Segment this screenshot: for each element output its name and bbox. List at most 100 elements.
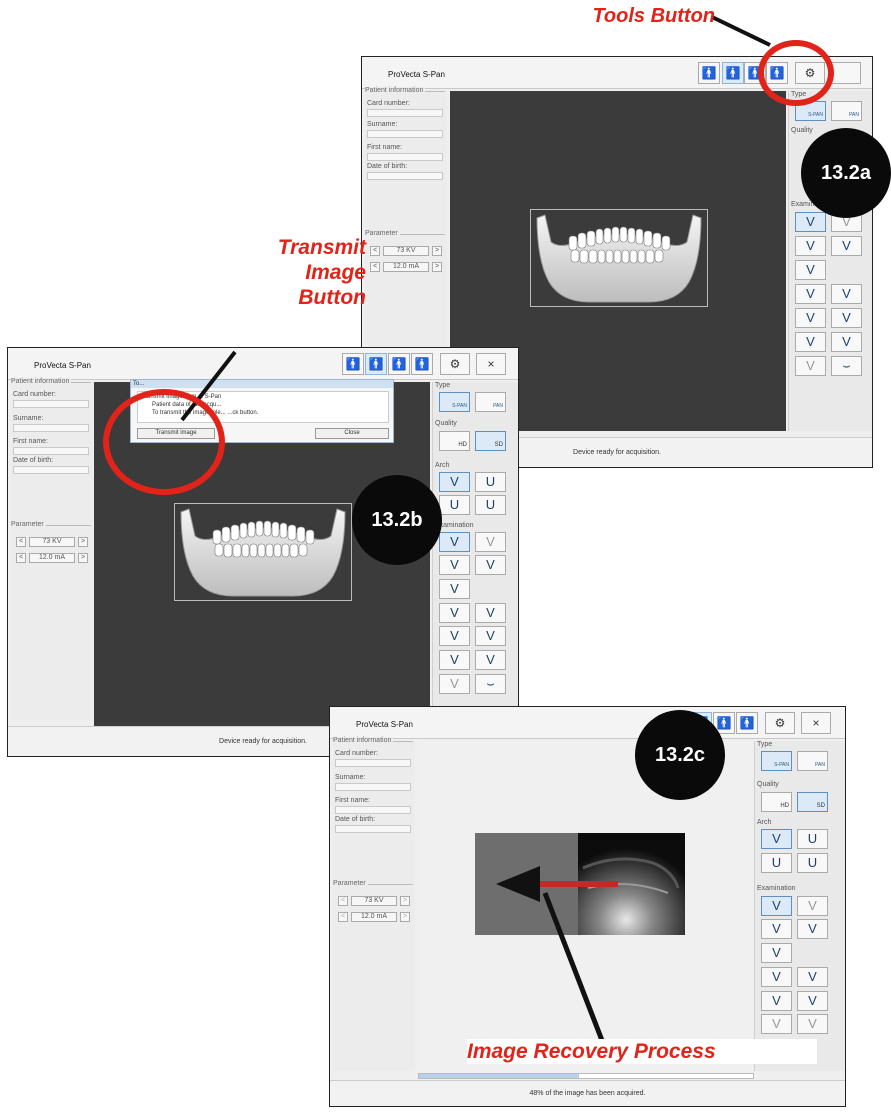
quality-hd-button[interactable]: HD bbox=[761, 792, 792, 812]
exam-option-5-button[interactable]: V bbox=[795, 260, 826, 280]
exam-standard-button[interactable]: V bbox=[439, 532, 470, 552]
exam-option-7-button[interactable]: V bbox=[797, 967, 828, 987]
type-pan-button[interactable]: PAN bbox=[831, 101, 862, 121]
close-button[interactable] bbox=[831, 62, 861, 84]
exam-option-2-button[interactable]: V bbox=[475, 532, 506, 552]
surname-field[interactable] bbox=[367, 130, 443, 138]
ma-decrease-button[interactable]: < bbox=[338, 912, 348, 922]
kv-increase-button[interactable]: > bbox=[400, 896, 410, 906]
exam-option-8-button[interactable]: V bbox=[439, 626, 470, 646]
image-recovery-annotation: Image Recovery Process bbox=[467, 1039, 817, 1065]
type-span-label: S-PAN bbox=[452, 403, 467, 409]
tools-button[interactable]: ⚙ bbox=[765, 712, 795, 734]
arch-small-button[interactable]: U bbox=[797, 853, 828, 873]
exam-option-11-button[interactable]: V bbox=[797, 1014, 828, 1034]
surname-field[interactable] bbox=[335, 783, 411, 791]
exam-option-4-button[interactable]: V bbox=[475, 555, 506, 575]
exam-option-3-button[interactable]: V bbox=[761, 919, 792, 939]
patient-adult-icon[interactable]: 🚹 bbox=[365, 353, 387, 375]
patient-small-child-icon[interactable]: 🚹 bbox=[736, 712, 758, 734]
arch-small-button[interactable]: U bbox=[475, 495, 506, 515]
patient-panel: Patient information Card number: Surname… bbox=[11, 378, 93, 720]
arch-lower-button[interactable]: U bbox=[439, 495, 470, 515]
exam-option-10-button[interactable]: V bbox=[761, 1014, 792, 1034]
arch-lower-button[interactable]: U bbox=[761, 853, 792, 873]
exam-option-11-button[interactable]: V bbox=[831, 332, 862, 352]
status-bar: 48% of the image has been acquired. bbox=[330, 1080, 845, 1106]
exam-option-6-button[interactable]: V bbox=[761, 967, 792, 987]
exam-option-7-button[interactable]: V bbox=[475, 603, 506, 623]
patient-small-child-icon[interactable]: 🚹 bbox=[411, 353, 433, 375]
card-number-field[interactable] bbox=[335, 759, 411, 767]
exam-option-12-button[interactable]: V bbox=[439, 674, 470, 694]
quality-hd-button[interactable]: HD bbox=[439, 431, 470, 451]
surname-field[interactable] bbox=[13, 424, 89, 432]
exam-option-12-button[interactable]: V bbox=[795, 356, 826, 376]
exam-option-6-button[interactable]: V bbox=[439, 603, 470, 623]
exam-option-7-button[interactable]: V bbox=[831, 284, 862, 304]
ma-decrease-button[interactable]: < bbox=[16, 553, 26, 563]
quality-sd-button[interactable]: SD bbox=[475, 431, 506, 451]
type-pan-label: PAN bbox=[493, 403, 503, 409]
dialog-close-button[interactable]: Close bbox=[315, 428, 389, 439]
ma-decrease-button[interactable]: < bbox=[370, 262, 380, 272]
exam-option-11-button[interactable]: V bbox=[475, 650, 506, 670]
card-number-field[interactable] bbox=[13, 400, 89, 408]
exam-option-10-button[interactable]: V bbox=[439, 650, 470, 670]
exam-option-4-button[interactable]: V bbox=[797, 919, 828, 939]
exam-option-8-button[interactable]: V bbox=[795, 308, 826, 328]
exam-option-13-button[interactable]: ⌣ bbox=[475, 674, 506, 694]
title-bar: ProVecta S-Pan 🚹 🚹 🚹 🚹 ⚙ × bbox=[8, 348, 518, 380]
patient-adult-icon[interactable]: 🚹 bbox=[722, 62, 744, 84]
first-name-field[interactable] bbox=[13, 447, 89, 455]
card-number-field[interactable] bbox=[367, 109, 443, 117]
exam-option-8-button[interactable]: V bbox=[761, 991, 792, 1011]
exam-option-5-button[interactable]: V bbox=[761, 943, 792, 963]
close-button[interactable]: × bbox=[476, 353, 506, 375]
exam-option-3-button[interactable]: V bbox=[795, 236, 826, 256]
exam-option-4-button[interactable]: V bbox=[831, 236, 862, 256]
first-name-field[interactable] bbox=[335, 806, 411, 814]
date-of-birth-field[interactable] bbox=[13, 466, 89, 474]
arch-full-button[interactable]: V bbox=[439, 472, 470, 492]
exam-option-9-button[interactable]: V bbox=[475, 626, 506, 646]
exam-option-10-button[interactable]: V bbox=[795, 332, 826, 352]
arch-full-button[interactable]: V bbox=[761, 829, 792, 849]
exam-option-3-button[interactable]: V bbox=[439, 555, 470, 575]
exam-option-9-button[interactable]: V bbox=[831, 308, 862, 328]
exam-option-2-button[interactable]: V bbox=[797, 896, 828, 916]
surname-label: Surname: bbox=[335, 774, 366, 781]
kv-increase-button[interactable]: > bbox=[78, 537, 88, 547]
kv-decrease-button[interactable]: < bbox=[16, 537, 26, 547]
patient-adult-large-icon[interactable]: 🚹 bbox=[342, 353, 364, 375]
kv-increase-button[interactable]: > bbox=[432, 246, 442, 256]
date-of-birth-field[interactable] bbox=[367, 172, 443, 180]
date-of-birth-field[interactable] bbox=[335, 825, 411, 833]
type-pan-button[interactable]: PAN bbox=[797, 751, 828, 771]
type-span-button[interactable]: S-PAN bbox=[439, 392, 470, 412]
first-name-field[interactable] bbox=[367, 153, 443, 161]
exam-option-13-button[interactable]: ⌣ bbox=[831, 356, 862, 376]
ma-increase-button[interactable]: > bbox=[400, 912, 410, 922]
exam-standard-button[interactable]: V bbox=[795, 212, 826, 232]
type-span-button[interactable]: S-PAN bbox=[761, 751, 792, 771]
app-title: ProVecta S-Pan bbox=[34, 361, 91, 370]
type-pan-button[interactable]: PAN bbox=[475, 392, 506, 412]
ma-increase-button[interactable]: > bbox=[78, 553, 88, 563]
arch-upper-button[interactable]: U bbox=[475, 472, 506, 492]
tools-button[interactable]: ⚙ bbox=[440, 353, 470, 375]
quality-sd-button[interactable]: SD bbox=[797, 792, 828, 812]
patient-adult-large-icon[interactable]: 🚹 bbox=[698, 62, 720, 84]
exam-option-9-button[interactable]: V bbox=[797, 991, 828, 1011]
kv-decrease-button[interactable]: < bbox=[370, 246, 380, 256]
exam-option-6-button[interactable]: V bbox=[795, 284, 826, 304]
arch-upper-button[interactable]: U bbox=[797, 829, 828, 849]
options-panel: Type S-PAN PAN Quality HD SD Arch V U U … bbox=[432, 382, 518, 726]
kv-decrease-button[interactable]: < bbox=[338, 896, 348, 906]
exam-option-5-button[interactable]: V bbox=[439, 579, 470, 599]
patient-child-icon[interactable]: 🚹 bbox=[388, 353, 410, 375]
first-name-label: First name: bbox=[13, 438, 49, 445]
ma-increase-button[interactable]: > bbox=[432, 262, 442, 272]
close-button[interactable]: × bbox=[801, 712, 831, 734]
exam-standard-button[interactable]: V bbox=[761, 896, 792, 916]
